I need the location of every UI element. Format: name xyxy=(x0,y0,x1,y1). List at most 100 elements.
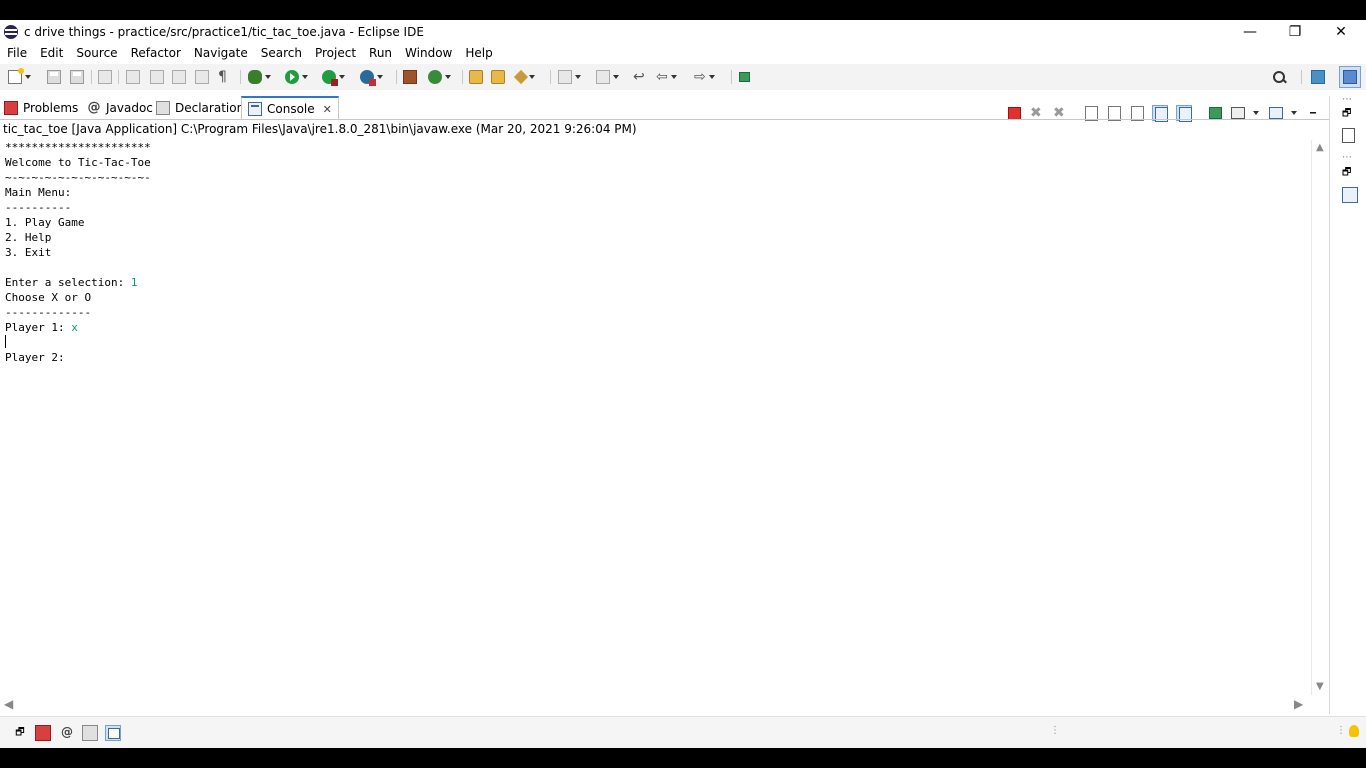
chevron-down-icon xyxy=(670,75,677,79)
drag-handle-icon[interactable]: ⋯ xyxy=(1342,94,1353,105)
previous-annotation-icon xyxy=(596,70,610,84)
open-type-icon xyxy=(469,70,483,84)
last-edit-location-button[interactable]: ↩ xyxy=(633,69,645,85)
console-output[interactable]: ********************** Welcome to Tic-Ta… xyxy=(0,140,1311,695)
pin-editor-button[interactable] xyxy=(739,69,750,85)
save-all-icon xyxy=(70,70,84,84)
at-icon[interactable]: @ xyxy=(59,725,75,741)
tab-console[interactable]: Console ✕ xyxy=(241,96,339,120)
restore-stack-button[interactable]: 🗗 xyxy=(1342,165,1356,179)
user-input-text: 1 xyxy=(130,276,138,289)
tab-declaration[interactable]: Declaration xyxy=(156,96,244,120)
menu-edit[interactable]: Edit xyxy=(33,46,69,60)
pin-editor-icon xyxy=(739,72,750,82)
menu-refactor[interactable]: Refactor xyxy=(124,46,187,60)
tab-problems[interactable]: Problems xyxy=(4,96,78,120)
save-all-button[interactable] xyxy=(70,69,84,85)
horizontal-scrollbar[interactable]: ◀ ▶ xyxy=(0,696,1311,713)
drag-handle-icon[interactable]: ⋮ xyxy=(1050,725,1060,741)
next-annotation-button[interactable] xyxy=(558,69,581,85)
restore-button[interactable]: ❐ xyxy=(1272,20,1318,43)
toolbar-separator xyxy=(1301,70,1302,84)
pane-border xyxy=(1329,96,1330,714)
previous-annotation-button[interactable] xyxy=(596,69,619,85)
menu-project[interactable]: Project xyxy=(308,46,362,60)
next-annotation-icon xyxy=(558,70,572,84)
open-perspective-icon xyxy=(1311,70,1325,84)
tab-console-label: Console xyxy=(267,102,315,116)
scroll-left-icon[interactable]: ◀ xyxy=(4,697,13,711)
console-line: Enter a selection: 1 xyxy=(5,276,138,289)
drag-handle-icon[interactable]: ⋮ xyxy=(1336,725,1346,741)
search-button[interactable] xyxy=(513,69,535,85)
highlighter-icon xyxy=(150,70,164,84)
eclipse-window: c drive things - practice/src/practice1/… xyxy=(0,20,1366,749)
menu-help[interactable]: Help xyxy=(458,46,498,60)
menu-search[interactable]: Search xyxy=(254,46,308,60)
restore-button[interactable]: 🗗 xyxy=(12,725,28,741)
restore-stack-button[interactable]: 🗗 xyxy=(1342,106,1356,120)
menu-navigate[interactable]: Navigate xyxy=(187,46,254,60)
console-line: Player 2: xyxy=(5,351,65,364)
toggle-annotation-button[interactable] xyxy=(126,69,140,85)
new-java-package-button[interactable] xyxy=(403,69,417,85)
show-whitespace-button[interactable]: ¶ xyxy=(218,69,227,85)
close-window-button[interactable]: ✕ xyxy=(1318,20,1364,43)
launch-description: tic_tac_toe [Java Application] C:\Progra… xyxy=(3,122,637,136)
tab-javadoc[interactable]: @ Javadoc xyxy=(87,96,153,120)
right-trim-stack: ⋯ 🗗 ⋯ 🗗 xyxy=(1334,90,1364,714)
debug-button[interactable] xyxy=(248,69,271,85)
tab-declaration-label: Declaration xyxy=(175,101,245,115)
chevron-down-icon xyxy=(25,75,31,79)
toolbar-separator xyxy=(550,70,551,84)
declaration-icon[interactable] xyxy=(82,725,98,741)
scroll-down-icon[interactable]: ▼ xyxy=(1316,681,1324,692)
forward-button[interactable]: ⇨ xyxy=(694,69,715,85)
outline-view-icon[interactable] xyxy=(1342,128,1355,143)
chevron-down-icon xyxy=(529,75,535,79)
mark-occurrences-button[interactable] xyxy=(150,69,164,85)
word-wrap-button[interactable] xyxy=(172,69,186,85)
console-line: 3. Exit xyxy=(5,246,52,259)
new-button[interactable] xyxy=(8,68,31,85)
scroll-up-icon[interactable]: ▲ xyxy=(1316,142,1324,153)
toolbar-separator xyxy=(91,70,92,84)
annotation-icon xyxy=(126,70,140,84)
console-icon xyxy=(108,728,120,739)
open-perspective-button[interactable] xyxy=(1311,69,1325,85)
menu-run[interactable]: Run xyxy=(362,46,398,60)
skip-breakpoints-button[interactable] xyxy=(98,69,112,85)
save-button[interactable] xyxy=(47,69,61,85)
class-icon xyxy=(428,70,442,84)
menu-file[interactable]: File xyxy=(0,46,33,60)
new-java-class-button[interactable] xyxy=(428,69,451,85)
menu-source[interactable]: Source xyxy=(69,46,123,60)
problems-icon[interactable] xyxy=(35,725,51,741)
lightbulb-icon[interactable] xyxy=(1349,725,1359,737)
block-selection-button[interactable] xyxy=(195,69,209,85)
console-trim-button[interactable] xyxy=(105,725,121,741)
task-list-icon[interactable] xyxy=(1342,187,1358,203)
back-button[interactable]: ⇦ xyxy=(656,69,677,85)
open-type-button[interactable] xyxy=(469,69,483,85)
pilcrow-icon: ¶ xyxy=(218,69,227,85)
text-caret xyxy=(5,335,6,348)
search-global-button[interactable] xyxy=(1272,69,1286,85)
pin-icon xyxy=(1209,107,1222,119)
java-perspective-button[interactable] xyxy=(1339,66,1361,88)
menu-window[interactable]: Window xyxy=(398,46,458,60)
vertical-scrollbar[interactable]: ▲ ▼ xyxy=(1311,140,1329,695)
open-task-button[interactable] xyxy=(491,69,505,85)
close-tab-icon[interactable]: ✕ xyxy=(323,103,332,116)
minimize-button[interactable]: — xyxy=(1227,20,1273,43)
coverage-button[interactable] xyxy=(322,69,345,86)
forward-arrow-icon: ⇨ xyxy=(694,69,706,85)
console-line: Player 1: x xyxy=(5,321,78,334)
drag-handle-icon[interactable]: ⋯ xyxy=(1342,152,1353,163)
word-wrap-icon xyxy=(172,70,186,84)
scroll-right-icon[interactable]: ▶ xyxy=(1294,697,1303,711)
last-edit-icon: ↩ xyxy=(633,69,645,85)
external-tools-button[interactable] xyxy=(360,69,383,86)
run-button[interactable] xyxy=(285,69,308,85)
console-line: Welcome to Tic-Tac-Toe xyxy=(5,156,151,169)
